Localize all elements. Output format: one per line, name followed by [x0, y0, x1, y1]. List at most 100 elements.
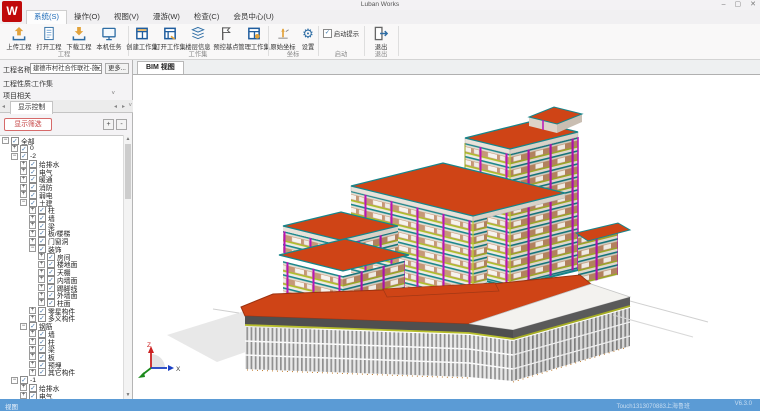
- minimize-icon[interactable]: –: [722, 1, 726, 9]
- collapse-all-button[interactable]: -: [116, 119, 127, 130]
- tree-node[interactable]: +✓梁: [0, 345, 124, 353]
- tree-collapse-icon[interactable]: −: [20, 199, 27, 206]
- settings-button[interactable]: ⚙ 设置: [298, 24, 318, 51]
- tree-collapse-icon[interactable]: −: [11, 377, 18, 384]
- origin-coordinate-button[interactable]: 原始坐标: [268, 24, 298, 51]
- menu-system[interactable]: 系统(S): [26, 10, 67, 24]
- tree-expand-icon[interactable]: +: [29, 315, 36, 322]
- local-tasks-button[interactable]: 本机任务: [94, 24, 124, 51]
- tree-expand-icon[interactable]: +: [20, 384, 27, 391]
- tree-expand-icon[interactable]: +: [29, 361, 36, 368]
- menu-member-center[interactable]: 会员中心(U): [226, 10, 280, 24]
- tree-node[interactable]: +✓消防: [0, 183, 124, 191]
- tree-expand-icon[interactable]: +: [11, 145, 18, 152]
- base-point-button[interactable]: 预控基点: [212, 24, 240, 51]
- tree-expand-icon[interactable]: +: [20, 161, 27, 168]
- scroll-down-icon[interactable]: ▼: [124, 392, 132, 398]
- tree-expand-icon[interactable]: +: [20, 191, 27, 198]
- tree-expand-icon[interactable]: +: [29, 346, 36, 353]
- menu-operate[interactable]: 操作(O): [67, 10, 107, 24]
- tree-node[interactable]: −✓-2: [0, 152, 124, 160]
- tree-expand-icon[interactable]: +: [29, 238, 36, 245]
- tree-checkbox[interactable]: ✓: [29, 199, 37, 207]
- tree-expand-icon[interactable]: +: [29, 207, 36, 214]
- tab-scroll-left2-icon[interactable]: ◂: [114, 103, 117, 110]
- tree-node[interactable]: +✓门窗洞: [0, 237, 124, 245]
- tree-node[interactable]: +✓其它构件: [0, 369, 124, 377]
- tree-checkbox[interactable]: ✓: [11, 137, 19, 145]
- tab-scroll-right-icon[interactable]: ▸: [122, 103, 125, 110]
- tree-node[interactable]: +✓弱电: [0, 191, 124, 199]
- tab-display-control[interactable]: 显示控制: [10, 101, 53, 114]
- tree-node[interactable]: +✓墙: [0, 214, 124, 222]
- tree-expand-icon[interactable]: +: [38, 284, 45, 291]
- tree-expand-icon[interactable]: +: [29, 338, 36, 345]
- tree-collapse-icon[interactable]: −: [29, 245, 36, 252]
- maximize-icon[interactable]: ▢: [735, 1, 742, 9]
- menu-check[interactable]: 检查(C): [187, 10, 226, 24]
- tree-node[interactable]: +✓柱: [0, 206, 124, 214]
- tree-node[interactable]: +✓暖通: [0, 176, 124, 184]
- tree-expand-icon[interactable]: +: [38, 299, 45, 306]
- tree-checkbox[interactable]: ✓: [29, 322, 37, 330]
- project-name-dropdown[interactable]: 建德市村社合作联社-施工模型 ▾: [30, 63, 102, 74]
- floor-info-button[interactable]: 楼层信息: [184, 24, 212, 51]
- manage-workset-button[interactable]: 管理工作集: [240, 24, 268, 51]
- tree-expand-icon[interactable]: +: [38, 261, 45, 268]
- open-project-button[interactable]: 打开工程: [34, 24, 64, 51]
- create-workset-button[interactable]: 创建工作集: [128, 24, 156, 51]
- tree-expand-icon[interactable]: +: [29, 369, 36, 376]
- menu-roam[interactable]: 漫游(W): [146, 10, 187, 24]
- download-project-button[interactable]: 下载工程: [64, 24, 94, 51]
- tree-node[interactable]: +✓墙: [0, 330, 124, 338]
- tree-expand-icon[interactable]: +: [29, 330, 36, 337]
- more-button[interactable]: 更多...: [105, 63, 129, 74]
- bim-3d-canvas[interactable]: Z X: [133, 74, 760, 399]
- tree-checkbox[interactable]: ✓: [20, 152, 28, 160]
- exit-button[interactable]: 退出: [366, 24, 396, 51]
- tree-checkbox[interactable]: ✓: [38, 245, 46, 253]
- tab-scroll-left-icon[interactable]: ◂: [2, 103, 5, 110]
- tree-expand-icon[interactable]: +: [20, 176, 27, 183]
- tree-node[interactable]: −✓全部: [0, 137, 124, 145]
- startup-tip-checkbox[interactable]: ✓ 启动提示: [318, 24, 364, 38]
- menu-view[interactable]: 视图(V): [107, 10, 146, 24]
- tree-expand-icon[interactable]: +: [20, 392, 27, 399]
- tree-expand-icon[interactable]: +: [29, 222, 36, 229]
- display-filter-button[interactable]: 显示筛选: [4, 118, 52, 131]
- tree-expand-icon[interactable]: +: [29, 307, 36, 314]
- tab-bim-view[interactable]: BIM 视图: [137, 61, 184, 75]
- tree-node[interactable]: +✓多义构件: [0, 315, 124, 323]
- tree-checkbox[interactable]: ✓: [38, 368, 46, 376]
- chevron-down-icon[interactable]: ˅: [111, 91, 115, 97]
- tree-expand-icon[interactable]: +: [38, 276, 45, 283]
- tree-collapse-icon[interactable]: −: [2, 137, 9, 144]
- tree-expand-icon[interactable]: +: [29, 353, 36, 360]
- tree-expand-icon[interactable]: +: [29, 230, 36, 237]
- tree-node[interactable]: +✓电气: [0, 392, 124, 399]
- tab-more-icon[interactable]: ˅: [128, 103, 132, 109]
- tree-node[interactable]: −✓-1: [0, 376, 124, 384]
- tree-expand-icon[interactable]: +: [20, 168, 27, 175]
- scrollbar-thumb[interactable]: [125, 144, 131, 199]
- tree-expand-icon[interactable]: +: [38, 253, 45, 260]
- tree-collapse-icon[interactable]: −: [11, 153, 18, 160]
- tree-scrollbar[interactable]: ▲ ▼: [123, 135, 132, 399]
- expand-all-button[interactable]: +: [103, 119, 114, 130]
- tree-expand-icon[interactable]: +: [38, 292, 45, 299]
- tree-node[interactable]: +✓电气: [0, 168, 124, 176]
- tree-node[interactable]: +✓柱: [0, 338, 124, 346]
- close-icon[interactable]: ✕: [750, 1, 756, 9]
- tree-expand-icon[interactable]: +: [20, 184, 27, 191]
- tree-checkbox[interactable]: ✓: [20, 376, 28, 384]
- scroll-up-icon[interactable]: ▲: [124, 136, 132, 142]
- tree-expand-icon[interactable]: +: [29, 215, 36, 222]
- tree-node[interactable]: −✓钢筋: [0, 322, 124, 330]
- tree-node[interactable]: +✓给排水: [0, 160, 124, 168]
- tree-checkbox[interactable]: ✓: [29, 392, 37, 399]
- upload-project-button[interactable]: 上传工程: [4, 24, 34, 51]
- tree-node[interactable]: +✓0: [0, 145, 124, 153]
- open-workset-button[interactable]: 打开工作集: [156, 24, 184, 51]
- tree-collapse-icon[interactable]: −: [20, 323, 27, 330]
- tree-node[interactable]: +✓板: [0, 353, 124, 361]
